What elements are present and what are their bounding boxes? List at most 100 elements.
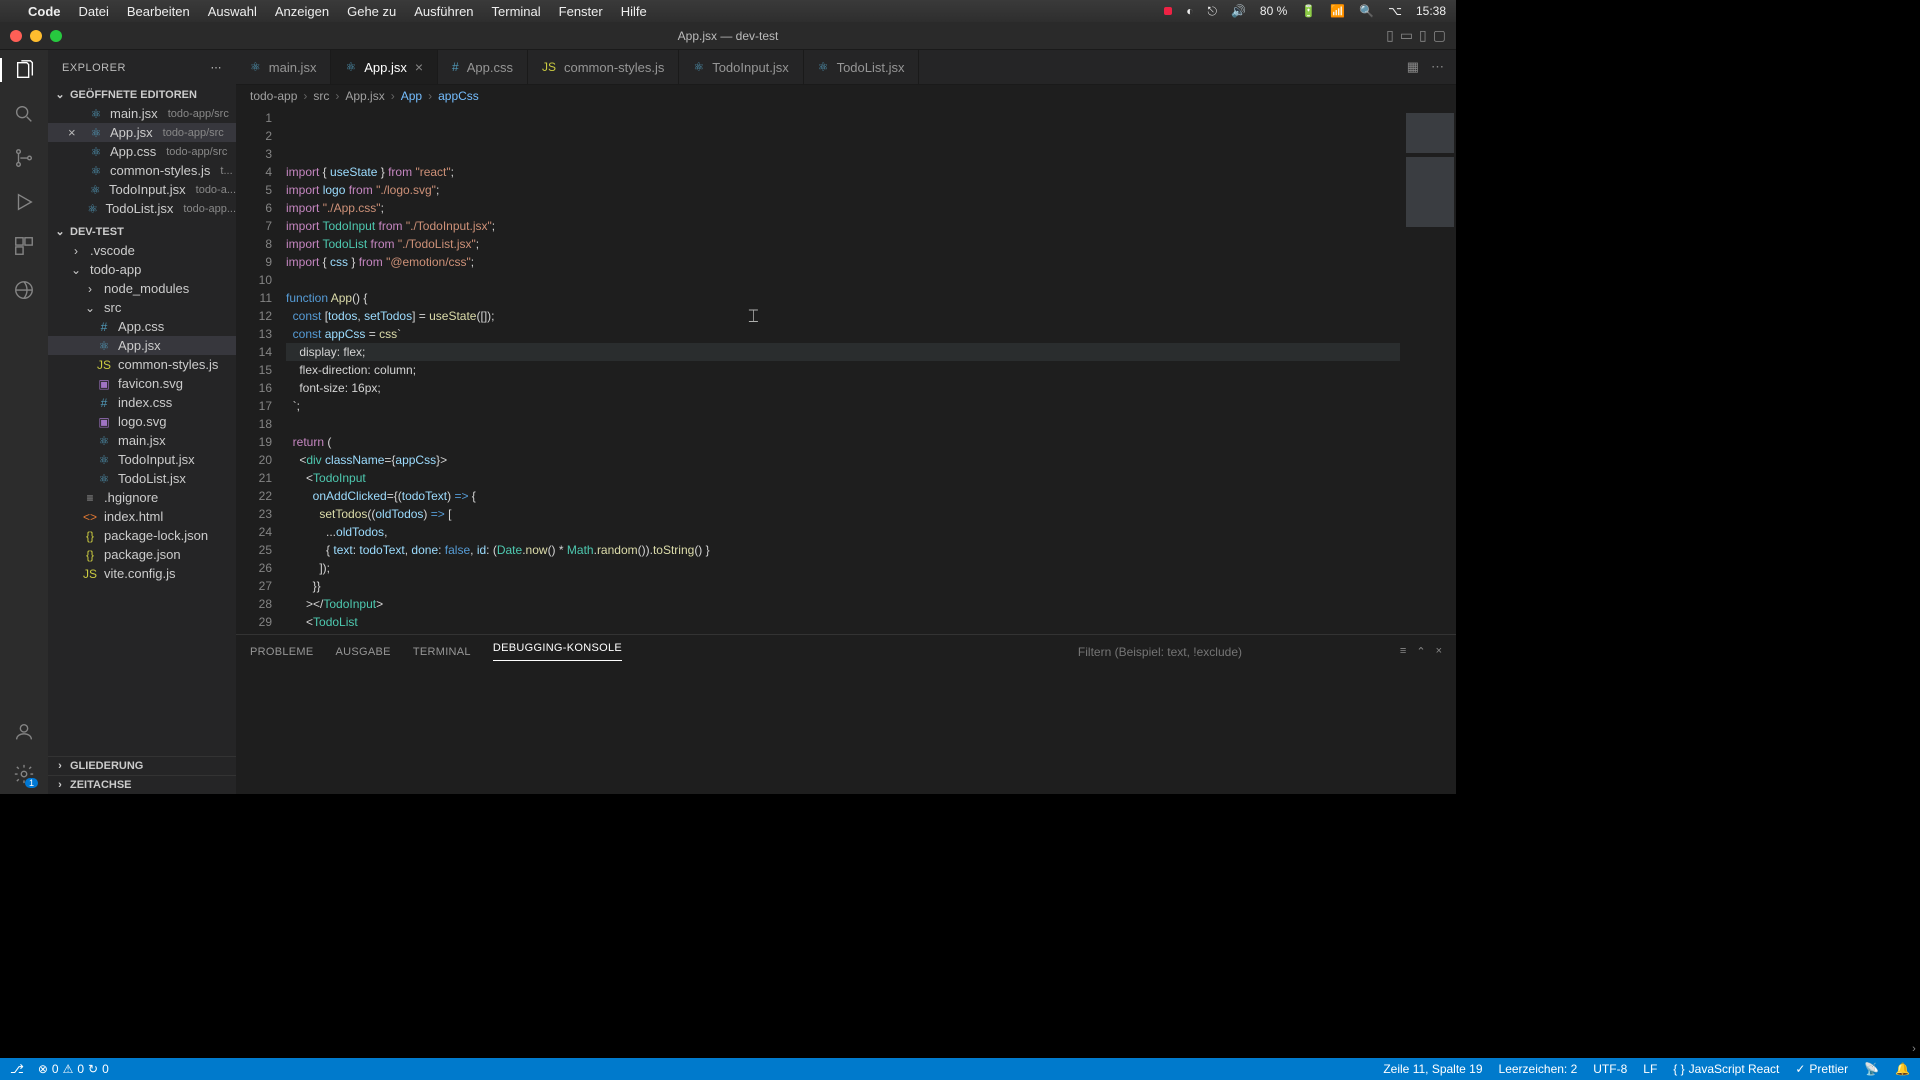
editor-tab[interactable]: JScommon-styles.js — [528, 50, 679, 84]
breadcrumb-segment[interactable]: App — [401, 89, 422, 103]
notifications-icon[interactable]: 🔔 — [1895, 1062, 1910, 1076]
menu-go[interactable]: Gehe zu — [347, 4, 396, 19]
app-name[interactable]: Code — [28, 4, 61, 19]
menu-window[interactable]: Fenster — [559, 4, 603, 19]
code-editor[interactable]: ⌶ import { useState } from "react";impor… — [286, 107, 1400, 634]
breadcrumb-scroll-right-icon[interactable]: › — [1908, 1042, 1920, 1056]
cursor-position-status[interactable]: Zeile 11, Spalte 19 — [1383, 1062, 1482, 1076]
menu-view[interactable]: Anzeigen — [275, 4, 329, 19]
close-icon[interactable]: × — [68, 125, 82, 140]
account-icon[interactable] — [12, 720, 36, 744]
prettier-status[interactable]: ✓ Prettier — [1795, 1062, 1848, 1076]
indentation-status[interactable]: Leerzeichen: 2 — [1499, 1062, 1578, 1076]
file-item[interactable]: ⚛︎TodoInput.jsx — [48, 450, 236, 469]
customize-layout-icon[interactable]: ▢ — [1433, 27, 1446, 44]
file-item[interactable]: <>index.html — [48, 507, 236, 526]
menu-file[interactable]: Datei — [79, 4, 109, 19]
close-icon[interactable]: × — [415, 59, 423, 75]
panel-close-icon[interactable]: × — [1436, 645, 1442, 658]
explorer-icon[interactable] — [0, 58, 48, 82]
menu-help[interactable]: Hilfe — [621, 4, 647, 19]
maximize-window-button[interactable] — [50, 30, 62, 42]
menu-selection[interactable]: Auswahl — [208, 4, 257, 19]
panel-tab[interactable]: DEBUGGING-KONSOLE — [493, 642, 622, 661]
source-control-icon[interactable] — [12, 146, 36, 170]
editor-tab[interactable]: ⚛︎TodoInput.jsx — [679, 50, 803, 84]
settings-gear-icon[interactable] — [12, 762, 36, 786]
breadcrumb-segment[interactable]: appCss — [438, 89, 479, 103]
open-editor-item[interactable]: ⚛︎App.csstodo-app/src — [48, 142, 236, 161]
editor-tab[interactable]: ⚛︎TodoList.jsx — [804, 50, 920, 84]
toggle-sidebar-icon[interactable]: ▯ — [1386, 27, 1394, 44]
file-item[interactable]: {}package.json — [48, 545, 236, 564]
split-editor-icon[interactable]: ▦ — [1407, 59, 1419, 75]
panel-tab[interactable]: TERMINAL — [413, 646, 471, 658]
open-editor-item[interactable]: ×⚛︎App.jsxtodo-app/src — [48, 123, 236, 142]
open-editors-header[interactable]: ⌄ GEÖFFNETE EDITOREN — [48, 85, 236, 104]
battery-percent[interactable]: 80 % — [1260, 4, 1287, 18]
file-item[interactable]: ⚛︎TodoList.jsx — [48, 469, 236, 488]
language-mode-status[interactable]: { } JavaScript React — [1673, 1062, 1779, 1076]
close-window-button[interactable] — [10, 30, 22, 42]
minimize-window-button[interactable] — [30, 30, 42, 42]
open-editor-item[interactable]: ⚛︎common-styles.jst... — [48, 161, 236, 180]
tray-control-center-icon[interactable]: ⌥ — [1388, 4, 1402, 18]
open-editor-item[interactable]: ⚛︎TodoList.jsxtodo-app... — [48, 199, 236, 218]
panel-tab[interactable]: PROBLEME — [250, 646, 314, 658]
clock[interactable]: 15:38 — [1416, 4, 1446, 18]
panel-maximize-icon[interactable]: ⌃ — [1416, 645, 1425, 658]
menu-run[interactable]: Ausführen — [414, 4, 473, 19]
errors-warnings-status[interactable]: ⊗0 ⚠0 ↻0 — [38, 1062, 109, 1076]
file-item[interactable]: JSvite.config.js — [48, 564, 236, 583]
breadcrumb-segment[interactable]: App.jsx — [345, 89, 384, 103]
minimap[interactable] — [1400, 107, 1456, 634]
tray-icon-2[interactable]: ⎋ — [1207, 4, 1217, 19]
menu-terminal[interactable]: Terminal — [492, 4, 541, 19]
folder-item[interactable]: ⌄todo-app — [48, 260, 236, 279]
breadcrumb-segment[interactable]: src — [313, 89, 329, 103]
editor-tab[interactable]: ⚛︎main.jsx — [236, 50, 331, 84]
file-item[interactable]: ⚛︎main.jsx — [48, 431, 236, 450]
menu-edit[interactable]: Bearbeiten — [127, 4, 190, 19]
panel-tab[interactable]: AUSGABE — [336, 646, 391, 658]
more-actions-icon[interactable]: ⋯ — [1431, 59, 1444, 75]
file-item[interactable]: #index.css — [48, 393, 236, 412]
toggle-panel-icon[interactable]: ▭ — [1400, 27, 1413, 44]
remote-status[interactable]: ⎇ — [10, 1062, 24, 1076]
extensions-icon[interactable] — [12, 234, 36, 258]
file-item[interactable]: #App.css — [48, 317, 236, 336]
search-icon[interactable] — [12, 102, 36, 126]
breadcrumb[interactable]: todo-app›src›App.jsx›App›appCss — [236, 85, 1456, 107]
panel-settings-icon[interactable]: ≡ — [1400, 645, 1406, 658]
tray-icon-1[interactable]: ◐ — [1186, 4, 1193, 18]
tray-battery-icon[interactable]: 🔋 — [1301, 4, 1316, 18]
encoding-status[interactable]: UTF-8 — [1593, 1062, 1627, 1076]
file-item[interactable]: ▣favicon.svg — [48, 374, 236, 393]
file-item[interactable]: {}package-lock.json — [48, 526, 236, 545]
toggle-secondary-sidebar-icon[interactable]: ▯ — [1419, 27, 1427, 44]
editor-tab[interactable]: ⚛︎App.jsx× — [331, 50, 438, 84]
folder-item[interactable]: ⌄src — [48, 298, 236, 317]
tray-wifi-icon[interactable]: 📶 — [1330, 4, 1345, 18]
feedback-icon[interactable]: 📡 — [1864, 1062, 1879, 1076]
tray-volume-icon[interactable]: 🔊 — [1231, 4, 1246, 18]
record-icon[interactable] — [1164, 7, 1172, 15]
run-debug-icon[interactable] — [12, 190, 36, 214]
tray-search-icon[interactable]: 🔍 — [1359, 4, 1374, 18]
file-item[interactable]: ▣logo.svg — [48, 412, 236, 431]
folder-item[interactable]: ›node_modules — [48, 279, 236, 298]
file-item[interactable]: JScommon-styles.js — [48, 355, 236, 374]
eol-status[interactable]: LF — [1643, 1062, 1657, 1076]
project-header[interactable]: ⌄ DEV-TEST — [48, 222, 236, 241]
open-editor-item[interactable]: ⚛︎main.jsxtodo-app/src — [48, 104, 236, 123]
editor-tab[interactable]: #App.css — [438, 50, 528, 84]
open-editor-item[interactable]: ⚛︎TodoInput.jsxtodo-a... — [48, 180, 236, 199]
sidebar-more-icon[interactable]: ⋯ — [211, 61, 223, 74]
breadcrumb-segment[interactable]: todo-app — [250, 89, 297, 103]
folder-item[interactable]: ›.vscode — [48, 241, 236, 260]
timeline-header[interactable]: › ZEITACHSE — [48, 775, 236, 794]
debug-console-filter-input[interactable] — [1078, 645, 1368, 659]
file-item[interactable]: ⚛︎App.jsx — [48, 336, 236, 355]
outline-header[interactable]: › GLIEDERUNG — [48, 756, 236, 775]
remote-icon[interactable] — [12, 278, 36, 302]
